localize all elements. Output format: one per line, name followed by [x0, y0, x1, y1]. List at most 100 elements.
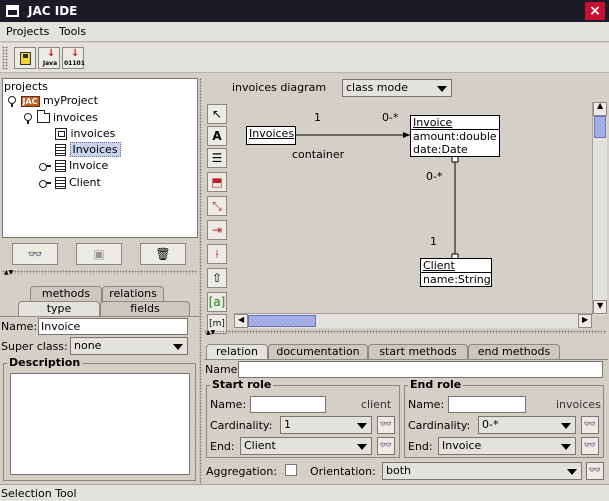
start-role-name-input[interactable]: [250, 396, 326, 413]
inheritance-tool-button[interactable]: ⇧: [207, 268, 227, 288]
end-role-cardinality-select[interactable]: 0-*: [478, 416, 576, 434]
diagram-mode-select[interactable]: class mode: [342, 79, 452, 97]
end-role-cardinality-value: 0-*: [482, 418, 499, 431]
uml-attribute: date:Date: [413, 143, 468, 156]
search-button[interactable]: 👓: [12, 243, 58, 265]
splitter-right[interactable]: [204, 330, 607, 334]
uml-class-client[interactable]: Client name:String: [420, 258, 492, 287]
start-role-end-search-button[interactable]: 👓: [377, 437, 395, 455]
start-role-cardinality-search-button[interactable]: 👓: [377, 416, 395, 434]
aggregation-checkbox[interactable]: [285, 464, 297, 476]
cursor-icon: ↖: [211, 107, 223, 121]
add-item-icon: ▣: [93, 247, 105, 261]
splitter-left[interactable]: [2, 270, 198, 274]
expand-key-icon[interactable]: [7, 96, 17, 107]
binoculars-icon: 👓: [379, 419, 393, 430]
splitter-vertical[interactable]: [199, 78, 202, 484]
diagram-vertical-scrollbar[interactable]: ▲ ▼: [592, 101, 607, 315]
tree-item-invoices-selected[interactable]: Invoices: [55, 142, 121, 158]
relation-tool-button[interactable]: ⤡: [207, 196, 227, 216]
menu-projects[interactable]: Projects: [6, 25, 49, 38]
expand-key-icon[interactable]: [23, 113, 33, 124]
tab-type[interactable]: type: [18, 301, 100, 317]
add-button[interactable]: ▣: [76, 243, 122, 265]
attribute-tool-button[interactable]: [a]: [207, 292, 227, 312]
tree-project-label: myProject: [43, 94, 98, 107]
horizontal-scroll-thumb[interactable]: [248, 315, 316, 327]
tree-item-client[interactable]: Client: [39, 175, 101, 191]
link-tool-button[interactable]: ⇥: [207, 220, 227, 240]
orientation-search-button[interactable]: 👓: [586, 462, 604, 480]
chevron-down-icon: [561, 423, 571, 429]
app-window: JAC IDE × Projects Tools ↓ Java ↓ 01101 …: [0, 0, 609, 501]
save-button[interactable]: [14, 47, 36, 69]
close-button[interactable]: ×: [585, 2, 605, 20]
tab-start-methods[interactable]: start methods: [368, 344, 468, 360]
delete-button[interactable]: 🗑: [140, 243, 186, 265]
orientation-label: Orientation:: [310, 465, 376, 478]
tab-fields[interactable]: fields: [100, 301, 190, 317]
diagram-canvas[interactable]: 1 0-* container 0-* 1 Invoices Invoice a…: [234, 102, 592, 313]
arrow-left-icon: ◀: [238, 315, 245, 324]
select-tool-button[interactable]: ↖: [207, 104, 227, 124]
scroll-left-button[interactable]: ◀: [234, 314, 248, 328]
tree-item-package[interactable]: invoices: [23, 110, 98, 126]
text-tool-button[interactable]: A: [207, 126, 227, 146]
window-menu-icon[interactable]: [6, 5, 19, 17]
scroll-up-button[interactable]: ▲: [593, 101, 607, 116]
trash-icon: 🗑: [155, 247, 171, 261]
splitter-arrows-icon[interactable]: ▲▼: [206, 329, 215, 336]
class-tool-button[interactable]: ☰: [207, 148, 227, 168]
end-role-end-search-button[interactable]: 👓: [581, 437, 599, 455]
vertical-scroll-thumb[interactable]: [594, 116, 606, 138]
tab-underline: [204, 359, 608, 360]
super-class-select[interactable]: none: [70, 337, 188, 355]
tab-documentation[interactable]: documentation: [268, 344, 368, 360]
menu-tools[interactable]: Tools: [59, 25, 86, 38]
relation-name-input[interactable]: [238, 361, 603, 378]
end-role-name-input[interactable]: [448, 396, 526, 413]
generate-java-button[interactable]: ↓ Java: [38, 47, 60, 69]
tree-item-label: Client: [69, 176, 101, 189]
start-role-cardinality-select[interactable]: 1: [280, 416, 372, 434]
tab-relations[interactable]: relations: [102, 286, 164, 302]
scroll-right-button[interactable]: ▶: [578, 314, 592, 328]
class-icon: [54, 177, 66, 189]
expand-toggle-icon[interactable]: [39, 161, 51, 171]
toolbar-grip[interactable]: [2, 46, 8, 70]
class-icon: [55, 144, 66, 156]
tab-methods[interactable]: methods: [30, 286, 102, 302]
description-textarea[interactable]: [10, 373, 190, 475]
uml-attribute: name:String: [423, 273, 491, 286]
role-label: container: [292, 148, 345, 161]
new-class-tool-button[interactable]: ⬒: [207, 172, 227, 192]
splitter-arrows-icon[interactable]: ▲▼: [4, 269, 13, 276]
tree-item-label: invoices: [70, 127, 116, 140]
download-arrow-icon: ↓: [71, 48, 80, 59]
start-role-group: Start role Name: client Cardinality: 1 👓…: [206, 378, 400, 458]
tree-item-project[interactable]: JAC myProject: [7, 93, 98, 109]
end-role-end-select[interactable]: Invoice: [438, 437, 576, 455]
class-name-input[interactable]: Invoice: [38, 318, 188, 335]
tree-item-diagram[interactable]: invoices: [55, 126, 115, 142]
aggregation-tool-button[interactable]: ⟊: [207, 244, 227, 264]
binoculars-icon: 👓: [583, 440, 597, 451]
uml-class-invoices[interactable]: Invoices: [246, 126, 296, 145]
generate-bytecode-button[interactable]: ↓ 01101: [62, 47, 85, 69]
tab-relation[interactable]: relation: [206, 344, 268, 360]
end-role-cardinality-search-button[interactable]: 👓: [581, 416, 599, 434]
diagram-horizontal-scrollbar[interactable]: ◀ ▶: [234, 313, 592, 328]
end-role-suggested-name: invoices: [556, 398, 601, 411]
tab-end-methods[interactable]: end methods: [468, 344, 560, 360]
uml-class-invoice[interactable]: Invoice amount:double date:Date: [410, 115, 500, 157]
tree-item-invoice[interactable]: Invoice: [39, 158, 108, 174]
project-tree[interactable]: projects JAC myProject invoices invoices…: [2, 78, 198, 238]
attribute-icon: [a]: [208, 295, 226, 309]
jac-project-icon: JAC: [20, 95, 40, 107]
expand-toggle-icon[interactable]: [39, 178, 51, 188]
status-bar: Selection Tool: [0, 484, 609, 501]
super-class-label: Super class:: [1, 340, 68, 353]
start-role-end-select[interactable]: Client: [240, 437, 372, 455]
scroll-down-button[interactable]: ▼: [593, 300, 607, 314]
orientation-select[interactable]: both: [382, 462, 582, 480]
